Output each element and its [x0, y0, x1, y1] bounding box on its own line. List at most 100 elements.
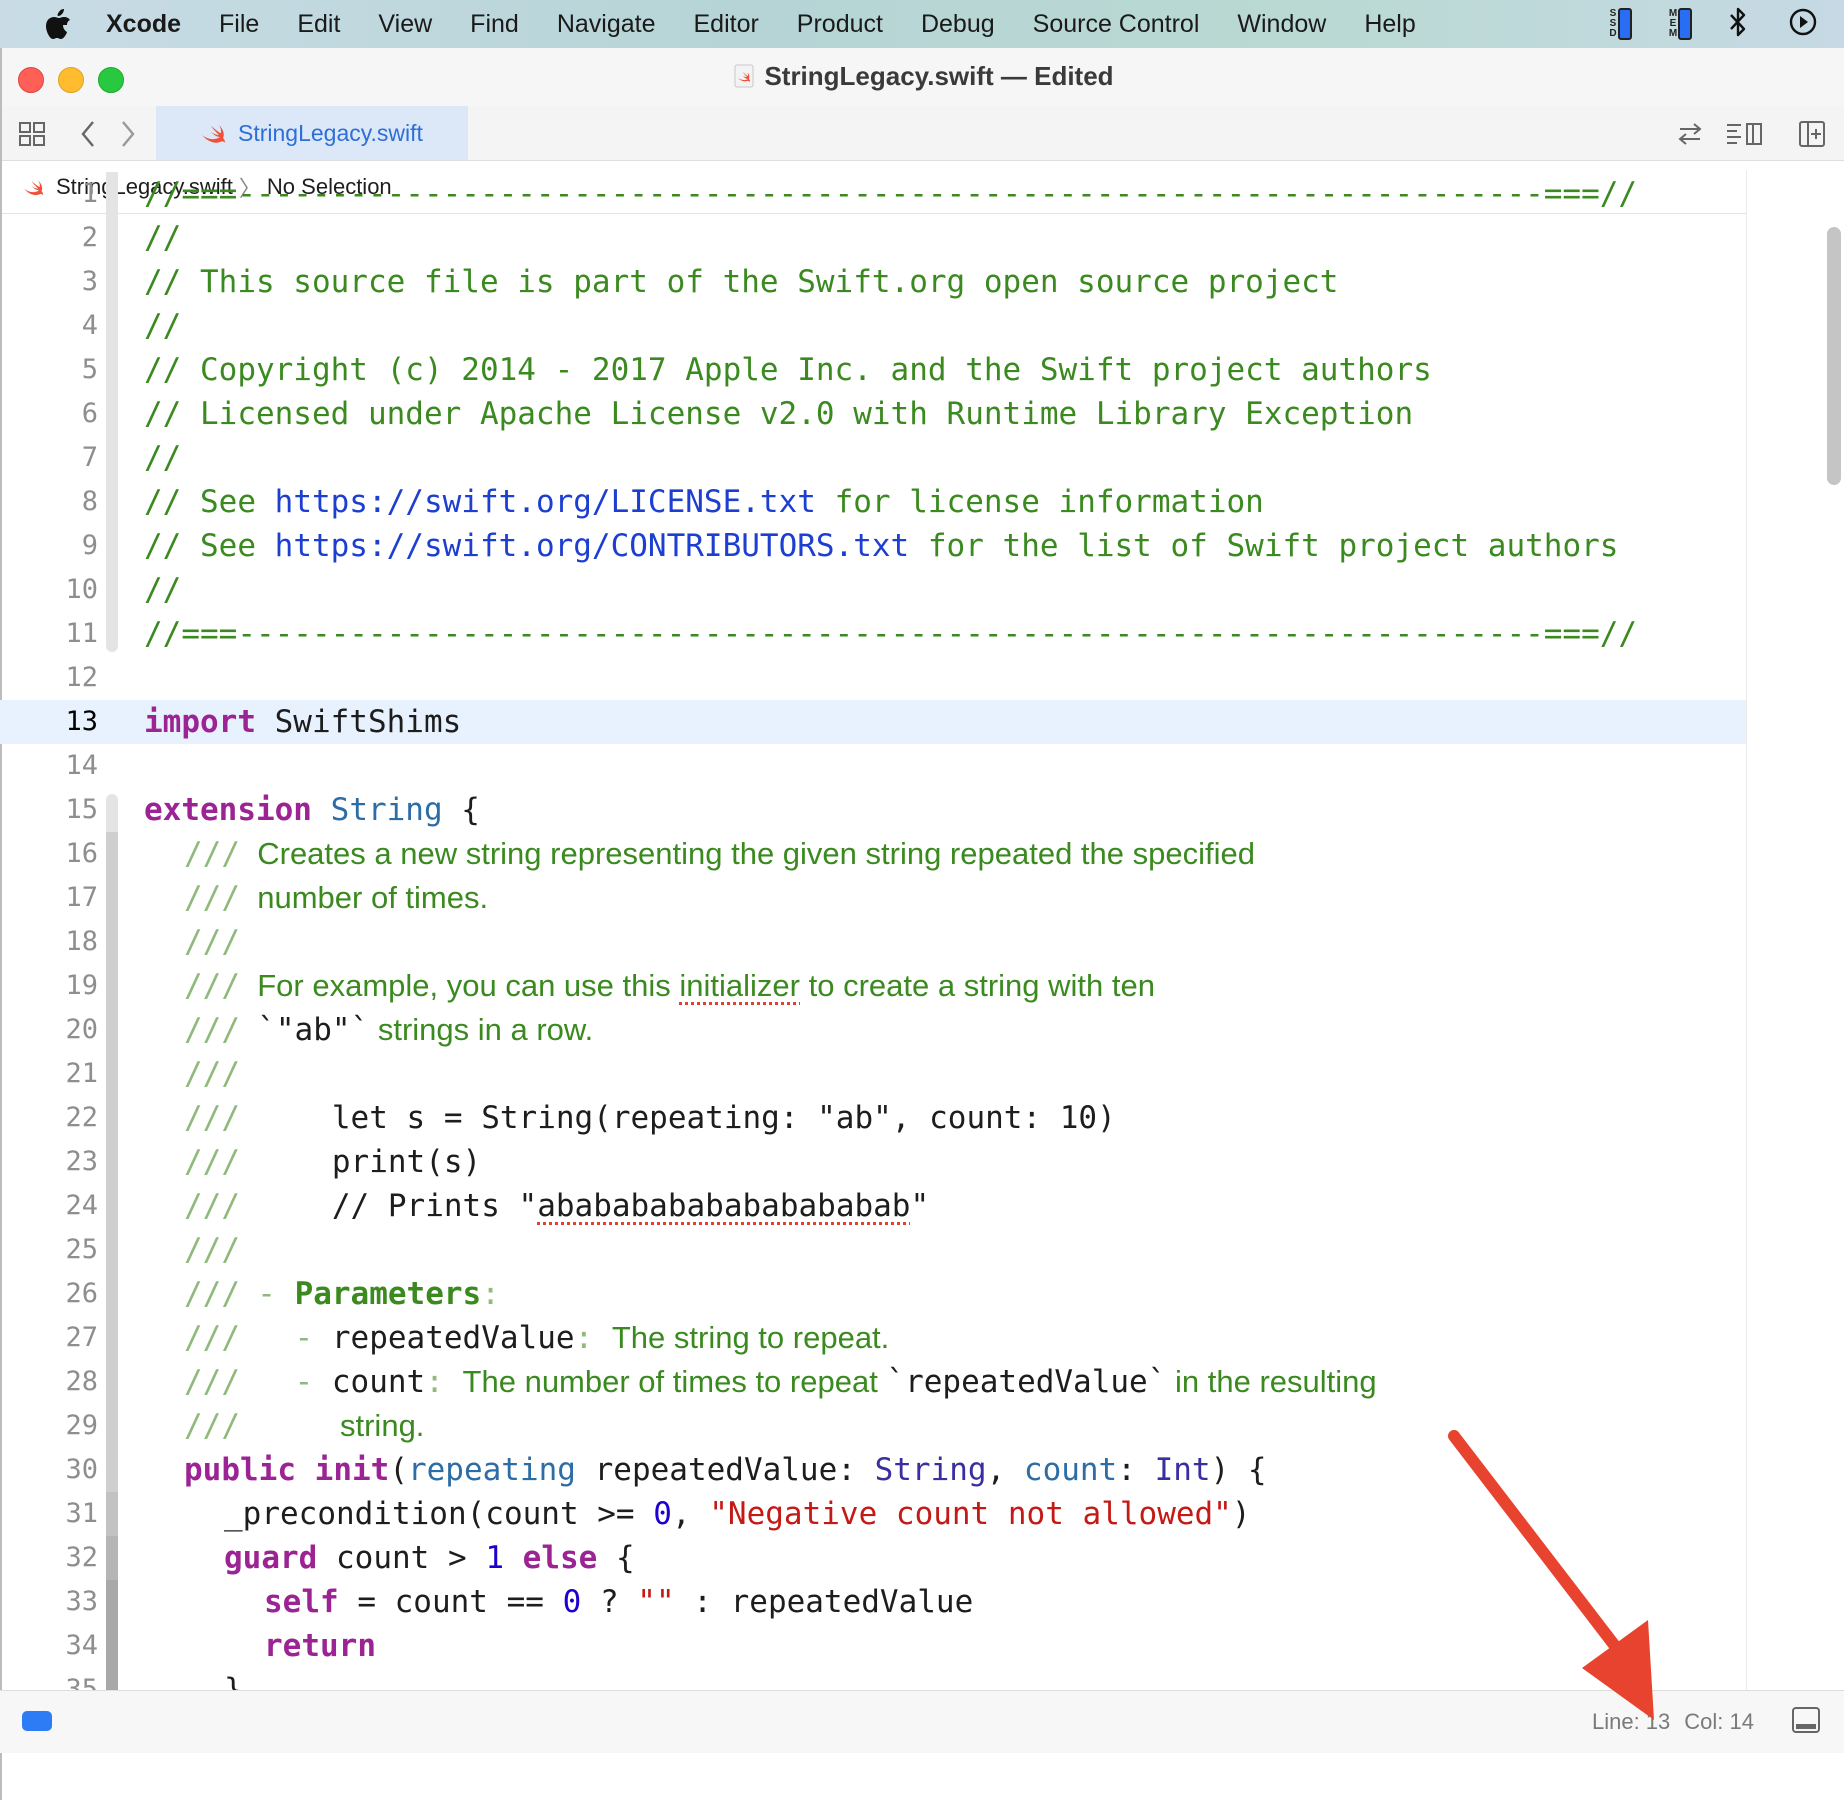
code-text: guard count > 1 else {: [224, 1536, 635, 1580]
doc-text: The string to repeat.: [611, 1320, 890, 1355]
apple-logo-icon[interactable]: [38, 4, 78, 44]
debug-area-indicator-icon[interactable]: [22, 1711, 52, 1731]
menu-edit[interactable]: Edit: [278, 10, 359, 39]
fold-ribbon: [106, 172, 118, 216]
tab-bar: StringLegacy.swift: [2, 106, 1844, 161]
line-number: 26: [65, 1278, 98, 1309]
fold-ribbon: [106, 480, 118, 524]
ssd-status-icon[interactable]: SSD: [1608, 8, 1632, 40]
spelling-flag[interactable]: initializer: [679, 968, 800, 1003]
keyword: return: [264, 1628, 376, 1664]
doc-comment: /// - Parameters:: [184, 1272, 500, 1316]
line-number: 35: [65, 1674, 98, 1690]
editor-options-icon[interactable]: [1724, 118, 1764, 150]
doc-colon: :: [425, 1364, 463, 1400]
fold-ribbon: [106, 794, 118, 832]
code-text: // See https://swift.org/CONTRIBUTORS.tx…: [144, 524, 1618, 568]
doc-bullet: -: [257, 1320, 332, 1356]
spelling-flag[interactable]: abababababababababab: [537, 1188, 910, 1224]
doc-comment: /// number of times.: [184, 876, 488, 920]
doc-comment: /// - repeatedValue: The string to repea…: [184, 1316, 889, 1360]
fold-ribbon: [106, 1360, 118, 1404]
line-number: 6: [81, 398, 98, 429]
doc-code-block: print(s): [257, 1144, 482, 1180]
line-number: 33: [65, 1586, 98, 1617]
toggle-debug-area-icon[interactable]: [1792, 1707, 1820, 1733]
tab-stringlegacy[interactable]: StringLegacy.swift: [156, 106, 468, 160]
ssd-label: SSD: [1609, 8, 1617, 39]
mem-status-icon[interactable]: MEM: [1668, 8, 1692, 40]
doc-code-block: let s = String(repeating: "ab", count: 1…: [257, 1100, 1116, 1136]
fold-ribbon: [106, 612, 118, 652]
code-text: //: [144, 308, 182, 344]
doc-slash: ///: [184, 1188, 240, 1224]
identifier: SwiftShims: [255, 704, 462, 740]
menu-help[interactable]: Help: [1345, 10, 1434, 39]
doc-slash: ///: [184, 1364, 240, 1400]
menu-window[interactable]: Window: [1218, 10, 1345, 39]
fold-ribbon: [106, 1492, 118, 1536]
argument-label: repeating: [407, 1452, 576, 1488]
code-line: 3 // This source file is part of the Swif…: [0, 260, 1746, 304]
comment-link[interactable]: https://swift.org/LICENSE.txt: [275, 484, 816, 520]
grid-navigator-icon[interactable]: [16, 118, 48, 150]
comment-text: // See: [144, 528, 275, 564]
add-editor-icon[interactable]: [1796, 118, 1828, 150]
scrollbar-thumb[interactable]: [1827, 227, 1841, 485]
doc-slash: ///: [184, 1276, 240, 1312]
argument-label: count: [1023, 1452, 1118, 1488]
fold-ribbon: [106, 1008, 118, 1052]
doc-slash: ///: [184, 1320, 240, 1356]
line-number: 21: [65, 1058, 98, 1089]
doc-text: For example, you can use this: [257, 968, 680, 1003]
doc-colon: :: [481, 1276, 500, 1312]
vertical-scrollbar[interactable]: [1746, 170, 1844, 1690]
bluetooth-icon[interactable]: [1728, 7, 1748, 42]
doc-text: The number of times to repeat: [462, 1364, 887, 1399]
swap-arrows-icon[interactable]: [1674, 118, 1706, 150]
menu-find[interactable]: Find: [451, 10, 538, 39]
fold-ribbon: [106, 1624, 118, 1668]
doc-slash: ///: [184, 1232, 240, 1268]
comment-link[interactable]: https://swift.org/CONTRIBUTORS.txt: [275, 528, 910, 564]
code-text: //: [144, 572, 182, 608]
number-literal: 0: [562, 1584, 582, 1620]
menu-debug[interactable]: Debug: [902, 10, 1014, 39]
type-name: String: [330, 792, 443, 828]
swift-file-icon: [734, 64, 754, 88]
code-line: 7 //: [0, 436, 1746, 480]
doc-code-span: `repeatedValue`: [886, 1364, 1167, 1400]
line-number: 11: [65, 618, 98, 649]
comment-text: // See: [144, 484, 275, 520]
string-literal: "Negative count not allowed": [709, 1496, 1232, 1532]
doc-param-name: repeatedValue: [331, 1320, 575, 1356]
code-line: 18 ///: [0, 920, 1746, 964]
fold-ribbon: [106, 216, 118, 260]
menu-app[interactable]: Xcode: [78, 10, 200, 39]
code-line: 8 // See https://swift.org/LICENSE.txt fo…: [0, 480, 1746, 524]
code-text: import SwiftShims: [144, 700, 461, 744]
code-line: 19 /// For example, you can use this init…: [0, 964, 1746, 1008]
menu-product[interactable]: Product: [778, 10, 902, 39]
doc-slash: ///: [184, 1144, 240, 1180]
menu-navigate[interactable]: Navigate: [538, 10, 675, 39]
line-number: 8: [81, 486, 98, 517]
chevron-left-icon[interactable]: [72, 118, 104, 150]
doc-comment: ///: [184, 1052, 240, 1096]
menu-file[interactable]: File: [200, 10, 278, 39]
fold-ribbon: [106, 920, 118, 964]
code-line: 1 //===----------------------------------…: [0, 172, 1746, 216]
menu-source-control[interactable]: Source Control: [1014, 10, 1219, 39]
play-circle-icon[interactable]: [1788, 7, 1818, 42]
code-text: // Licensed under Apache License v2.0 wi…: [144, 396, 1414, 432]
line-number: 15: [65, 794, 98, 825]
code-text: //===-----------------------------------…: [144, 176, 1638, 212]
menu-view[interactable]: View: [359, 10, 451, 39]
line-number: 28: [65, 1366, 98, 1397]
code-text: self = count == 0 ? "" : repeatedValue: [264, 1580, 973, 1624]
punctuation: ): [1231, 1496, 1251, 1532]
line-number: 1: [81, 178, 98, 209]
chevron-right-icon[interactable]: [112, 118, 144, 150]
menu-editor[interactable]: Editor: [674, 10, 777, 39]
doc-code-span: `"ab"`: [257, 1012, 370, 1048]
